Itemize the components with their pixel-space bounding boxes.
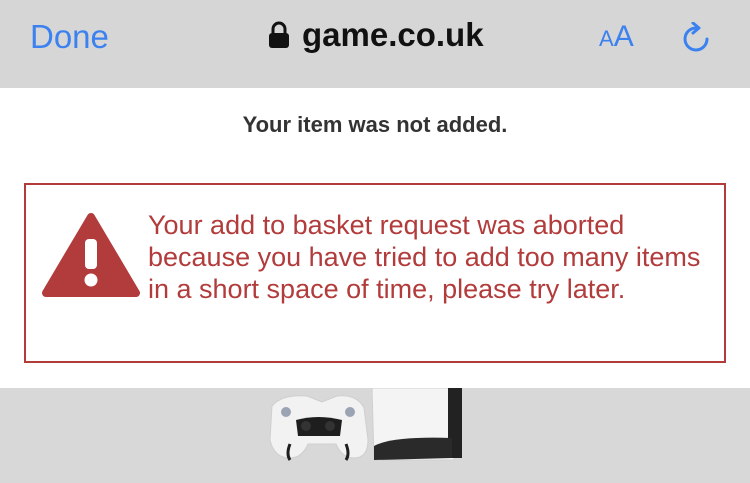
text-size-big-glyph: A — [613, 20, 634, 53]
done-button[interactable]: Done — [30, 18, 109, 56]
product-image — [269, 388, 462, 461]
url-domain: game.co.uk — [302, 16, 484, 53]
reload-icon[interactable] — [680, 22, 714, 56]
alert-message: Your add to basket request was aborted b… — [148, 210, 701, 304]
lock-icon — [269, 21, 289, 48]
address-bar[interactable]: game.co.uk — [268, 16, 484, 54]
warning-icon — [42, 213, 140, 297]
page-heading: Your item was not added. — [242, 112, 508, 137]
error-alert: Your add to basket request was aborted b… — [24, 183, 726, 363]
text-size-button[interactable]: AA — [599, 20, 634, 54]
product-image-area — [0, 388, 750, 483]
text-size-small-glyph: A — [599, 26, 614, 51]
page-content: Your item was not added. Your add to bas… — [0, 88, 750, 388]
browser-toolbar: Done game.co.uk AA — [0, 0, 750, 88]
